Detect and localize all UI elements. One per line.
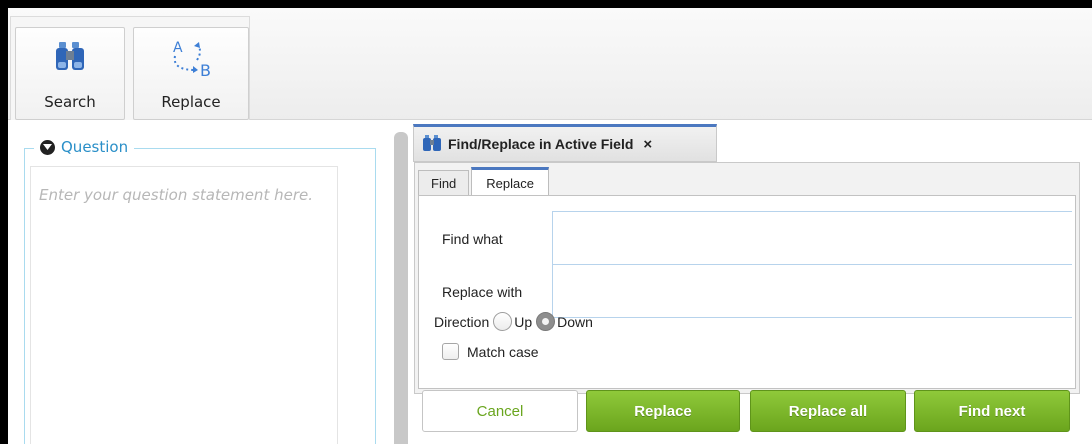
search-button[interactable]: Search: [15, 27, 125, 120]
dialog-title-tab[interactable]: Find/Replace in Active Field ×: [413, 124, 717, 162]
replace-action-button[interactable]: Replace: [586, 390, 740, 432]
svg-text:A: A: [173, 40, 183, 56]
match-case-row: Match case: [442, 343, 539, 360]
replace-with-label: Replace with: [442, 284, 523, 300]
binoculars-icon: [422, 134, 442, 155]
replace-button[interactable]: A B Replace: [133, 27, 249, 120]
direction-down-label: Down: [557, 313, 593, 330]
direction-up-radio[interactable]: [493, 312, 513, 331]
direction-row: Direction Up Down: [434, 312, 593, 331]
replace-with-input[interactable]: [552, 264, 1072, 318]
replace-button-label: Replace: [161, 93, 221, 111]
dialog-tabs: Find Replace: [418, 166, 551, 197]
find-what-label: Find what: [442, 231, 503, 247]
toolbar-group: Search A B Replace: [10, 16, 250, 120]
replace-all-button-label: Replace all: [788, 402, 868, 420]
match-case-label: Match case: [467, 343, 539, 360]
dialog-title: Find/Replace in Active Field: [448, 136, 634, 152]
match-case-checkbox[interactable]: [442, 343, 459, 360]
find-next-button[interactable]: Find next: [914, 390, 1070, 432]
question-legend[interactable]: Question: [34, 138, 135, 156]
question-legend-label: Question: [61, 138, 129, 156]
tab-find[interactable]: Find: [418, 170, 470, 196]
close-icon[interactable]: ×: [643, 136, 652, 153]
replace-all-button[interactable]: Replace all: [750, 390, 906, 432]
panel-splitter[interactable]: [394, 132, 408, 444]
direction-up-label: Up: [514, 313, 533, 330]
question-statement-input[interactable]: Enter your question statement here.: [30, 166, 338, 444]
cancel-button-label: Cancel: [476, 402, 524, 420]
find-what-input[interactable]: [552, 211, 1072, 265]
svg-text:B: B: [200, 61, 211, 80]
search-button-label: Search: [44, 93, 96, 111]
replace-action-button-label: Replace: [634, 402, 692, 420]
a-to-b-replace-icon: A B: [167, 38, 215, 84]
direction-down-radio[interactable]: [536, 312, 556, 331]
binoculars-icon: [52, 38, 88, 78]
ribbon-toolbar: Search A B Replace: [8, 8, 1092, 120]
find-next-button-label: Find next: [958, 402, 1026, 420]
cancel-button[interactable]: Cancel: [422, 390, 578, 432]
tab-replace[interactable]: Replace: [471, 167, 549, 197]
chevron-down-circle-icon[interactable]: [40, 139, 55, 155]
direction-label: Direction: [434, 313, 490, 330]
question-placeholder: Enter your question statement here.: [39, 186, 313, 204]
